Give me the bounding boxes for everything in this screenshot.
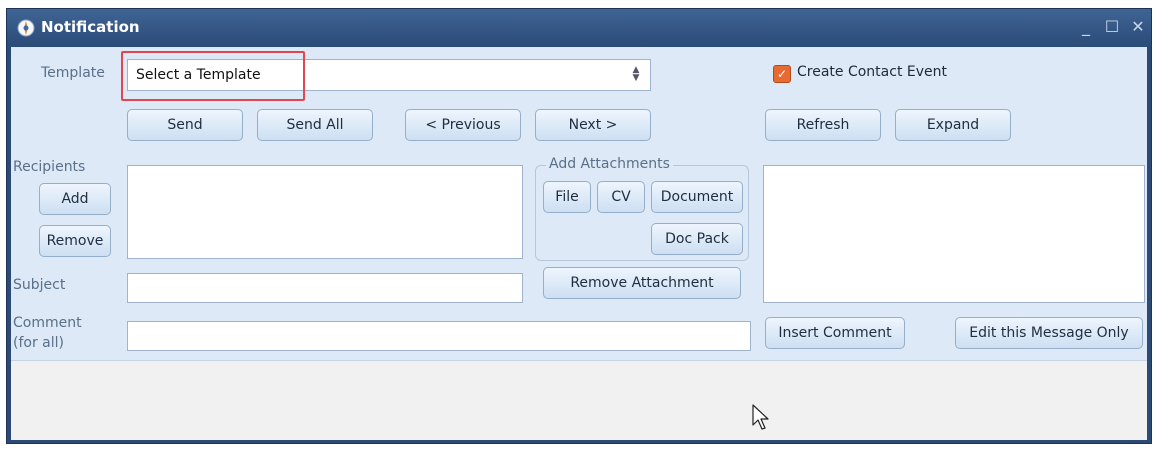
- next-button[interactable]: Next >: [535, 109, 651, 141]
- previous-button[interactable]: < Previous: [405, 109, 521, 141]
- attachments-list[interactable]: [763, 165, 1145, 303]
- template-label: Template: [41, 65, 105, 81]
- template-highlight-box: [121, 51, 305, 101]
- message-area: [11, 360, 1147, 440]
- insert-comment-button[interactable]: Insert Comment: [765, 317, 905, 349]
- create-contact-event-checkbox[interactable]: ✓: [773, 65, 791, 83]
- refresh-button[interactable]: Refresh: [765, 109, 881, 141]
- subject-input[interactable]: [127, 273, 523, 303]
- close-button[interactable]: ✕: [1127, 16, 1149, 38]
- remove-attachment-button[interactable]: Remove Attachment: [543, 267, 741, 299]
- create-contact-event-label: Create Contact Event: [797, 64, 947, 80]
- recipients-label: Recipients: [13, 159, 86, 175]
- comment-label-line2: (for all): [13, 335, 64, 351]
- remove-recipient-button[interactable]: Remove: [39, 225, 111, 257]
- notification-window: Notification _ ☐ ✕ Template Select a Tem…: [6, 8, 1152, 444]
- edit-message-only-button[interactable]: Edit this Message Only: [955, 317, 1143, 349]
- recipients-list[interactable]: [127, 165, 523, 259]
- attach-file-button[interactable]: File: [543, 181, 591, 213]
- comment-input[interactable]: [127, 321, 751, 351]
- attach-cv-button[interactable]: CV: [597, 181, 645, 213]
- app-icon: [17, 19, 35, 37]
- attach-doc-pack-button[interactable]: Doc Pack: [651, 223, 743, 255]
- add-recipient-button[interactable]: Add: [39, 183, 111, 215]
- subject-label: Subject: [13, 277, 66, 293]
- notification-panel: Template Select a Template ▲ ▼ ✓ Create C…: [11, 47, 1147, 440]
- maximize-button[interactable]: ☐: [1101, 16, 1123, 38]
- mouse-pointer-icon: [752, 404, 769, 430]
- send-button[interactable]: Send: [127, 109, 243, 141]
- select-arrows-icon: ▲ ▼: [632, 65, 640, 83]
- attach-document-button[interactable]: Document: [651, 181, 743, 213]
- send-all-button[interactable]: Send All: [257, 109, 373, 141]
- comment-label-line1: Comment: [13, 315, 82, 331]
- window-title: Notification: [41, 18, 140, 36]
- minimize-button[interactable]: _: [1075, 16, 1097, 38]
- add-attachments-legend: Add Attachments: [546, 156, 673, 172]
- expand-button[interactable]: Expand: [895, 109, 1011, 141]
- title-bar[interactable]: Notification _ ☐ ✕: [7, 9, 1151, 47]
